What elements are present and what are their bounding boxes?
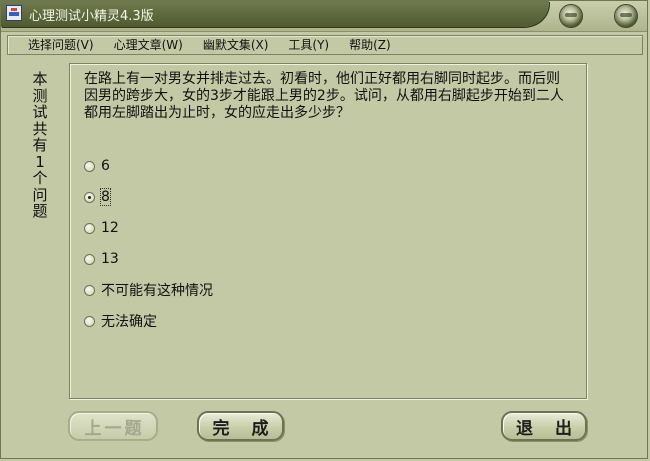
radio-button-selected[interactable]: [84, 191, 95, 203]
menu-help[interactable]: 帮助(Z): [339, 36, 401, 54]
radio-button[interactable]: [84, 253, 95, 265]
option-label: 无法确定: [101, 314, 157, 330]
option-label: 8: [100, 188, 111, 206]
option-undetermined[interactable]: 无法确定: [84, 311, 157, 331]
title-tab: 心理测试小精灵4.3版: [1, 1, 549, 27]
finish-button[interactable]: 完 成: [197, 411, 284, 441]
option-label: 13: [101, 251, 119, 267]
app-window: 心理测试小精灵4.3版 选择问题(V) 心理文章(W) 幽默文集(X) 工具(Y…: [0, 0, 648, 459]
radio-button[interactable]: [84, 284, 95, 296]
question-count-label: 本测试共有1个问题: [32, 70, 48, 220]
option-label: 6: [101, 158, 110, 174]
option-13[interactable]: 13: [84, 249, 119, 269]
option-6[interactable]: 6: [84, 156, 110, 176]
exit-button[interactable]: 退 出: [501, 411, 587, 441]
radio-button[interactable]: [84, 222, 95, 234]
question-panel: 在路上有一对男女并排走过去。初看时，他们正好都用右脚同时起步。而后则因男的跨步大…: [69, 63, 587, 399]
title-bar[interactable]: 心理测试小精灵4.3版: [1, 1, 647, 32]
radio-button[interactable]: [84, 160, 95, 172]
menu-select-question[interactable]: 选择问题(V): [8, 36, 104, 54]
menu-bar: 选择问题(V) 心理文章(W) 幽默文集(X) 工具(Y) 帮助(Z): [7, 35, 643, 55]
menu-psych-articles[interactable]: 心理文章(W): [104, 36, 193, 54]
option-8[interactable]: 8: [84, 187, 111, 207]
app-icon[interactable]: [6, 5, 22, 21]
menu-tools[interactable]: 工具(Y): [278, 36, 339, 54]
menu-humor-collection[interactable]: 幽默文集(X): [193, 36, 279, 54]
option-label: 12: [101, 220, 119, 236]
radio-button[interactable]: [84, 315, 95, 327]
option-label: 不可能有这种情况: [101, 283, 213, 299]
previous-question-button[interactable]: 上一题: [68, 411, 158, 441]
option-impossible[interactable]: 不可能有这种情况: [84, 280, 213, 300]
minimize-icon[interactable]: [560, 5, 582, 27]
window-title: 心理测试小精灵4.3版: [29, 9, 154, 24]
question-text: 在路上有一对男女并排走过去。初看时，他们正好都用右脚同时起步。而后则因男的跨步大…: [84, 71, 564, 121]
option-12[interactable]: 12: [84, 218, 119, 238]
close-icon[interactable]: [615, 5, 637, 27]
